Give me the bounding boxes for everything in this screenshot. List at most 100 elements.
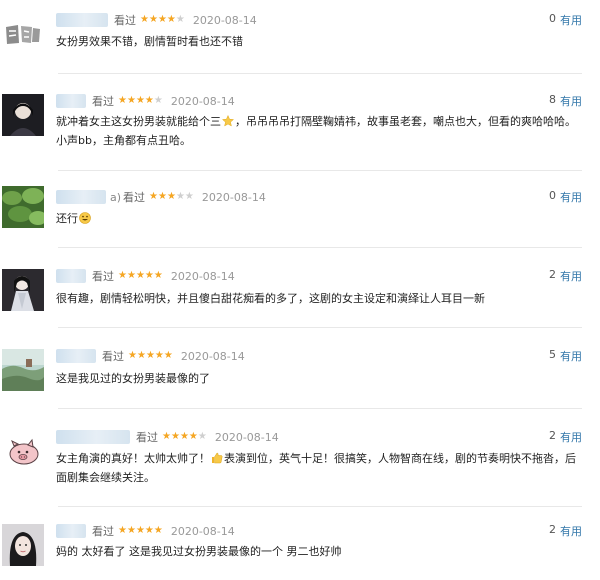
divider xyxy=(58,408,582,409)
review-date: 2020-08-14 xyxy=(180,349,245,363)
user-avatar[interactable] xyxy=(2,269,44,311)
star-filled-icon: ★ xyxy=(144,525,154,536)
review-meta: a) 看过 ★ ★ ★ ★ ★ 2020-08-14 xyxy=(56,189,266,205)
vote-useful[interactable]: 5 有用 xyxy=(549,348,582,364)
vote-count: 2 xyxy=(549,268,556,281)
star-filled-icon: ★ xyxy=(188,431,198,442)
star-rating: ★ ★ ★ ★ ★ xyxy=(128,350,173,362)
username-blurred[interactable] xyxy=(56,269,86,283)
star-filled-icon: ★ xyxy=(170,431,180,442)
star-emoji-icon xyxy=(221,114,235,127)
thumbs-up-emoji-icon xyxy=(211,451,223,464)
star-filled-icon: ★ xyxy=(118,270,127,281)
review-meta: 看过 ★ ★ ★ ★ ★ 2020-08-14 xyxy=(56,348,245,364)
review-text: 还行 xyxy=(56,209,576,228)
star-empty-icon: ★ xyxy=(175,14,185,25)
review-date: 2020-08-14 xyxy=(214,430,279,444)
star-filled-icon: ★ xyxy=(158,191,167,202)
review-date: 2020-08-14 xyxy=(201,190,266,204)
star-filled-icon: ★ xyxy=(144,95,154,106)
useful-button[interactable]: 有用 xyxy=(560,189,582,205)
divider xyxy=(58,170,582,171)
star-rating: ★ ★ ★ ★ ★ xyxy=(149,191,194,203)
user-avatar[interactable] xyxy=(2,349,44,391)
divider xyxy=(58,327,582,328)
vote-useful[interactable]: 2 有用 xyxy=(549,429,582,445)
useful-button[interactable]: 有用 xyxy=(560,523,582,539)
star-filled-icon: ★ xyxy=(126,95,136,106)
star-filled-icon: ★ xyxy=(148,14,158,25)
star-empty-icon: ★ xyxy=(153,95,163,106)
review-meta: 看过 ★ ★ ★ ★ ★ 2020-08-14 xyxy=(56,523,235,539)
vote-count: 2 xyxy=(549,523,556,536)
star-filled-icon: ★ xyxy=(153,270,163,281)
username-blurred[interactable] xyxy=(56,524,86,538)
star-filled-icon: ★ xyxy=(162,431,171,442)
star-filled-icon: ★ xyxy=(157,14,167,25)
star-filled-icon: ★ xyxy=(166,191,176,202)
star-rating: ★ ★ ★ ★ ★ xyxy=(118,270,163,282)
vote-count: 8 xyxy=(549,93,556,106)
vote-useful[interactable]: 0 有用 xyxy=(549,12,582,28)
useful-button[interactable]: 有用 xyxy=(560,12,582,28)
user-avatar[interactable] xyxy=(2,186,44,228)
vote-useful[interactable]: 0 有用 xyxy=(549,189,582,205)
star-rating: ★ ★ ★ ★ ★ xyxy=(140,14,185,26)
star-filled-icon: ★ xyxy=(140,14,149,25)
short-review-list: 看过 ★ ★ ★ ★ ★ 2020-08-14 0 有用 女扮男效果不错，剧情暂时看也还… xyxy=(0,0,600,580)
star-filled-icon: ★ xyxy=(163,350,173,361)
star-rating: ★ ★ ★ ★ ★ xyxy=(118,525,163,537)
username-blurred[interactable] xyxy=(56,190,106,204)
review-date: 2020-08-14 xyxy=(170,269,235,283)
review-meta: 看过 ★ ★ ★ ★ ★ 2020-08-14 xyxy=(56,93,235,109)
user-avatar[interactable] xyxy=(2,94,44,136)
watched-status: 看过 xyxy=(92,95,114,108)
star-filled-icon: ★ xyxy=(126,525,136,536)
star-filled-icon: ★ xyxy=(154,350,164,361)
review-text: 妈的 太好看了 这是我见过女扮男装最像的一个 男二也好帅 xyxy=(56,545,342,558)
star-filled-icon: ★ xyxy=(153,525,163,536)
star-filled-icon: ★ xyxy=(135,525,145,536)
divider xyxy=(58,73,582,74)
review-text: 这是我见过的女扮男装最像的了 xyxy=(56,372,210,385)
user-avatar[interactable] xyxy=(2,430,44,472)
divider xyxy=(58,506,582,507)
useful-button[interactable]: 有用 xyxy=(560,93,582,109)
vote-useful[interactable]: 8 有用 xyxy=(549,93,582,109)
useful-button[interactable]: 有用 xyxy=(560,348,582,364)
review-text: 女主角演的真好！太帅太帅了！ 表演到位，英气十足！很搞笑，人物智商在线，剧的节奏明… xyxy=(56,451,576,484)
review-text: 女扮男效果不错，剧情暂时看也还不错 xyxy=(56,35,243,48)
review-text: 很有趣，剧情轻松明快，并且傻白甜花痴看的多了，这剧的女主设定和演绎让人耳目一新 xyxy=(56,292,485,305)
watched-status: 看过 xyxy=(123,191,146,204)
star-filled-icon: ★ xyxy=(145,350,155,361)
username-blurred[interactable] xyxy=(56,13,108,27)
star-empty-icon: ★ xyxy=(197,431,207,442)
useful-button[interactable]: 有用 xyxy=(560,268,582,284)
useful-button[interactable]: 有用 xyxy=(560,429,582,445)
star-filled-icon: ★ xyxy=(136,350,146,361)
vote-useful[interactable]: 2 有用 xyxy=(549,268,582,284)
user-avatar[interactable] xyxy=(2,13,44,55)
user-avatar[interactable] xyxy=(2,524,44,566)
review-meta: 看过 ★ ★ ★ ★ ★ 2020-08-14 xyxy=(56,429,279,445)
star-filled-icon: ★ xyxy=(179,431,189,442)
username-blurred[interactable] xyxy=(56,94,86,108)
review-text: 就冲着女主这女扮男装就能给个三 ，吊吊吊吊打隔壁鞠婧祎，故事虽老套，嘲点也大，但看… xyxy=(56,114,576,147)
vote-useful[interactable]: 2 有用 xyxy=(549,523,582,539)
watched-status: 看过 xyxy=(114,14,136,27)
star-filled-icon: ★ xyxy=(149,191,159,202)
star-filled-icon: ★ xyxy=(144,270,154,281)
star-empty-icon: ★ xyxy=(175,191,185,202)
star-filled-icon: ★ xyxy=(166,14,176,25)
watched-status: 看过 xyxy=(92,525,114,538)
star-rating: ★ ★ ★ ★ ★ xyxy=(162,431,207,443)
watched-status: 看过 xyxy=(92,270,114,283)
username-blurred[interactable] xyxy=(56,349,96,363)
username-blurred[interactable] xyxy=(56,430,130,444)
star-filled-icon: ★ xyxy=(135,95,145,106)
grin-emoji-icon xyxy=(79,211,91,224)
star-rating: ★ ★ ★ ★ ★ xyxy=(118,95,163,107)
watched-status: 看过 xyxy=(102,350,124,363)
review-date: 2020-08-14 xyxy=(170,94,235,108)
divider xyxy=(58,247,582,248)
